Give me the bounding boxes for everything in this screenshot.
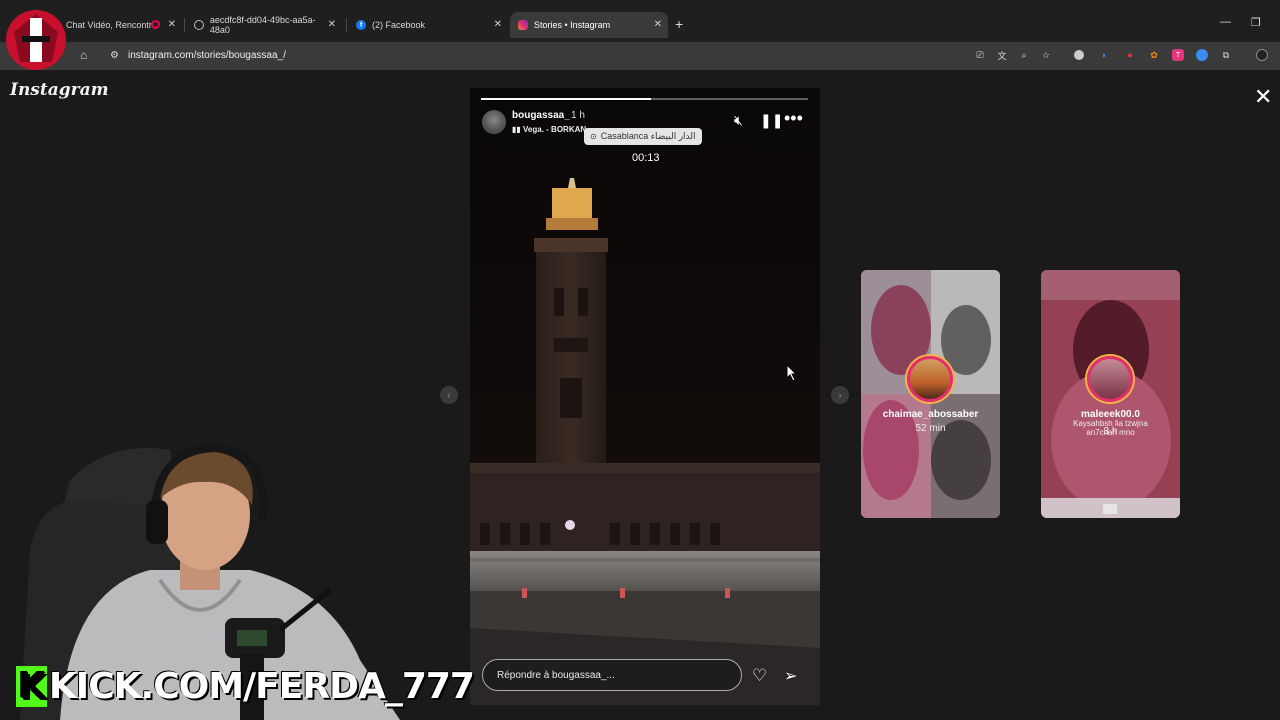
location-pin-icon: ⊙ bbox=[590, 132, 597, 141]
story-viewer[interactable]: bougassaa_ 1 h ▮▮ Vega. - BORKAN ⊙ Casab… bbox=[470, 88, 820, 705]
site-settings-icon[interactable]: ⚙ bbox=[110, 50, 119, 61]
extensions-puzzle-icon[interactable]: ⧉ bbox=[1220, 49, 1232, 61]
location-label: Casablanca الدار البيضاء bbox=[600, 131, 696, 141]
translate-icon[interactable]: 文 bbox=[996, 49, 1008, 61]
globe-icon bbox=[194, 20, 204, 30]
tab-instagram-active[interactable]: Stories • Instagram ✕ bbox=[510, 12, 668, 38]
music-label: Vega. - BORKAN bbox=[523, 125, 587, 134]
side-story-username: chaimae_abossaber bbox=[882, 409, 979, 420]
heart-icon[interactable]: ♡ bbox=[752, 666, 767, 686]
bookmark-star-icon[interactable]: ☆ bbox=[1040, 49, 1052, 61]
mouse-cursor-icon bbox=[786, 364, 798, 382]
more-options-icon[interactable]: ••• bbox=[784, 108, 803, 129]
profile-avatar[interactable] bbox=[1256, 49, 1268, 61]
tab-uuid[interactable]: aecdfc8f-dd04-49bc-aa5a-48a0 ✕ bbox=[186, 12, 342, 38]
kick-logo-icon: K bbox=[16, 666, 47, 707]
story-timestamp: 1 h bbox=[571, 110, 585, 121]
restore-button[interactable]: ❐ bbox=[1251, 16, 1261, 29]
tab-title: (2) Facebook bbox=[372, 20, 426, 30]
close-tab-icon[interactable]: ✕ bbox=[494, 19, 502, 30]
story-author-avatar[interactable] bbox=[482, 110, 506, 134]
tab-chat-video[interactable]: Chat Vidéo, Rencontr ✕ bbox=[52, 12, 182, 38]
previous-story-arrow[interactable]: ‹ bbox=[440, 386, 458, 404]
story-media bbox=[470, 88, 820, 705]
next-story-arrow[interactable]: › bbox=[831, 386, 849, 404]
side-story-time: 3 h bbox=[1103, 426, 1118, 437]
new-tab-button[interactable]: + bbox=[675, 16, 683, 32]
tab-title: Chat Vidéo, Rencontr bbox=[66, 20, 152, 30]
extension-icon[interactable]: ✿ bbox=[1148, 49, 1160, 61]
instagram-logo[interactable]: Instagram bbox=[10, 80, 109, 100]
side-story-time: 52 min bbox=[915, 423, 946, 434]
kick-channel-watermark: K KICK.COM/FERDA_777 bbox=[16, 666, 475, 707]
reply-input[interactable]: Répondre à bougassaa_... bbox=[482, 659, 742, 691]
streamer-badge-logo bbox=[6, 10, 66, 70]
extension-icon[interactable] bbox=[1074, 50, 1084, 60]
side-story-avatar bbox=[1087, 356, 1133, 402]
close-tab-icon[interactable]: ✕ bbox=[168, 19, 176, 30]
story-progress-fill bbox=[481, 98, 652, 100]
zoom-icon[interactable]: ⌕ bbox=[1018, 49, 1030, 61]
extension-icon[interactable]: ◗ bbox=[1098, 49, 1110, 61]
recording-icon bbox=[151, 20, 160, 29]
side-story-preview[interactable]: chaimae_abossaber 52 min bbox=[861, 270, 1000, 518]
minimize-button[interactable]: — bbox=[1220, 16, 1231, 28]
send-icon[interactable]: ➢ bbox=[784, 666, 797, 686]
home-icon[interactable]: ⌂ bbox=[80, 48, 87, 62]
url-field[interactable]: instagram.com/stories/bougassaa_/ bbox=[128, 50, 286, 61]
extension-icon[interactable] bbox=[1196, 49, 1208, 61]
extension-icon[interactable]: T bbox=[1172, 49, 1184, 61]
side-story-avatar bbox=[907, 356, 953, 402]
tab-title: aecdfc8f-dd04-49bc-aa5a-48a0 bbox=[209, 15, 316, 35]
music-bars-icon: ▮▮ bbox=[512, 125, 524, 134]
location-sticker[interactable]: ⊙ Casablanca الدار البيضاء bbox=[584, 128, 702, 145]
story-author-username[interactable]: bougassaa_ bbox=[512, 110, 570, 121]
close-tab-icon[interactable]: ✕ bbox=[328, 19, 336, 30]
story-progress-bar bbox=[481, 98, 808, 100]
story-music[interactable]: ▮▮ Vega. - BORKAN bbox=[512, 125, 586, 134]
muted-speaker-icon[interactable]: 🔇︎ bbox=[734, 112, 743, 129]
close-tab-icon[interactable]: ✕ bbox=[654, 19, 662, 30]
kick-channel-label: KICK.COM/FERDA_777 bbox=[48, 666, 475, 707]
story-timer: 00:13 bbox=[632, 152, 660, 164]
pause-icon[interactable]: ❚❚ bbox=[760, 112, 783, 129]
reply-placeholder: Répondre à bougassaa_... bbox=[497, 669, 615, 681]
tab-facebook[interactable]: f (2) Facebook ✕ bbox=[348, 12, 508, 38]
close-stories-icon[interactable]: ✕ bbox=[1254, 86, 1272, 108]
extension-icon[interactable]: ● bbox=[1124, 49, 1136, 61]
facebook-icon: f bbox=[356, 20, 366, 30]
address-bar: ⌂ ⚙ instagram.com/stories/bougassaa_/ ⎚ … bbox=[0, 42, 1280, 70]
tab-bar: Chat Vidéo, Rencontr ✕ aecdfc8f-dd04-49b… bbox=[0, 0, 1280, 42]
instagram-icon bbox=[518, 20, 528, 30]
tab-title: Stories • Instagram bbox=[534, 20, 611, 30]
install-app-icon[interactable]: ⎚ bbox=[974, 49, 986, 61]
side-story-preview[interactable]: maleeek00.0 Kaysahbsh lia tzwjna an7chah… bbox=[1041, 270, 1180, 518]
